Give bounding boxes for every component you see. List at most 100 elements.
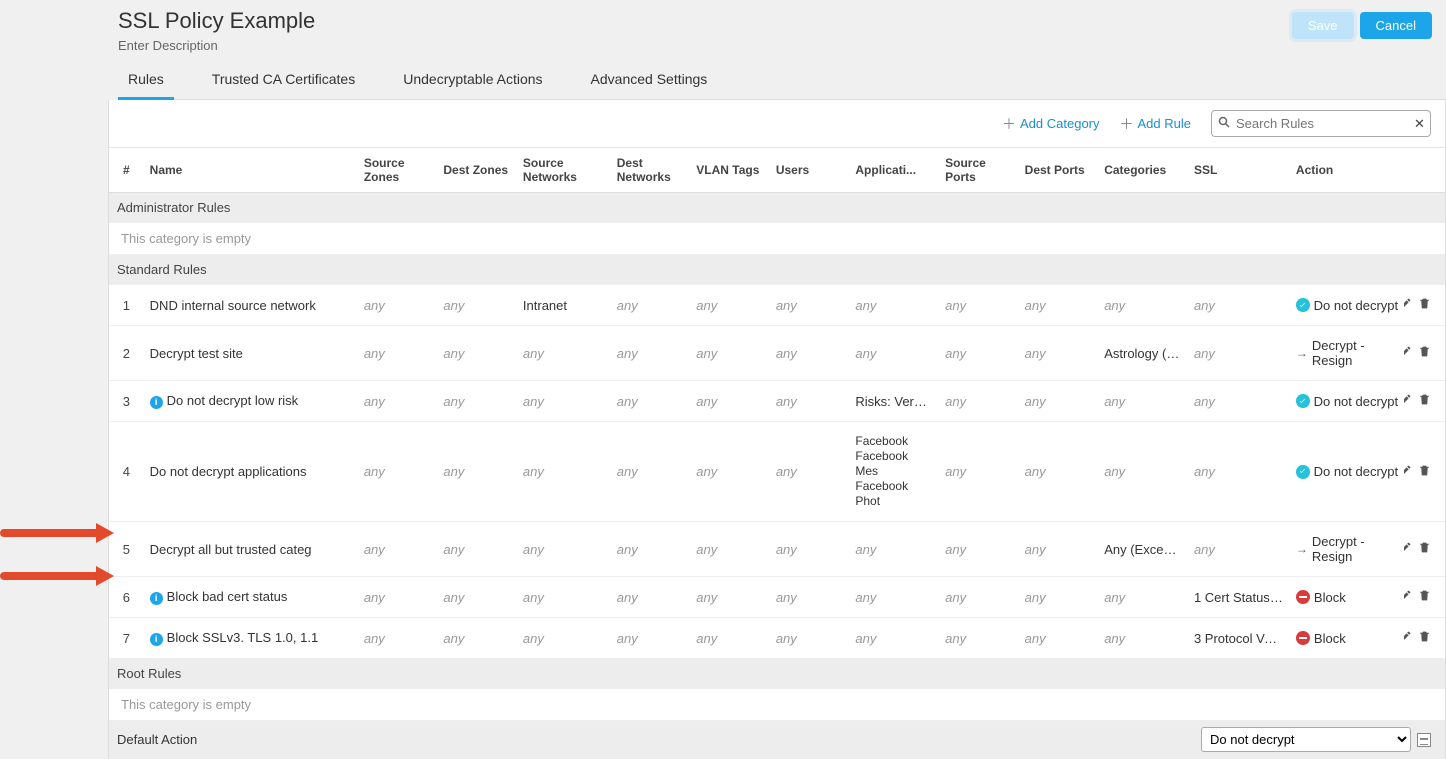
any-value: any	[1104, 394, 1125, 409]
add-category-label: Add Category	[1020, 116, 1100, 131]
col-source-ports[interactable]: Source Ports	[939, 148, 1019, 193]
edit-icon[interactable]	[1404, 630, 1412, 646]
any-value: any	[364, 464, 385, 479]
any-value: any	[523, 631, 544, 646]
rules-table: # Name Source Zones Dest Zones Source Ne…	[109, 148, 1445, 759]
rule-number: 3	[109, 381, 144, 422]
edit-icon[interactable]	[1404, 541, 1412, 557]
action-decrypt-resign: → Decrypt - Resign	[1296, 534, 1398, 564]
categories-value: Any (Except U	[1098, 522, 1188, 577]
any-value: any	[364, 631, 385, 646]
any-value: any	[443, 394, 464, 409]
rule-name: Decrypt test site	[144, 326, 358, 381]
empty-category-row: This category is empty	[109, 223, 1445, 255]
rule-number: 2	[109, 326, 144, 381]
edit-icon[interactable]	[1404, 297, 1412, 313]
any-value: any	[1025, 394, 1046, 409]
info-icon: i	[150, 633, 163, 646]
any-value: any	[776, 394, 797, 409]
empty-category-row: This category is empty	[109, 689, 1445, 721]
any-value: any	[855, 298, 876, 313]
any-value: any	[364, 542, 385, 557]
info-icon: i	[150, 396, 163, 409]
delete-icon[interactable]	[1418, 589, 1431, 605]
clear-search-icon[interactable]: ✕	[1414, 116, 1425, 132]
any-value: any	[945, 464, 966, 479]
any-value: any	[1194, 542, 1215, 557]
any-value: any	[945, 346, 966, 361]
col-dest-networks[interactable]: Dest Networks	[611, 148, 691, 193]
edit-icon[interactable]	[1404, 393, 1412, 409]
any-value: any	[617, 346, 638, 361]
action-do-not-decrypt: Do not decrypt	[1296, 298, 1398, 313]
edit-icon[interactable]	[1404, 345, 1412, 361]
tab-trusted-ca[interactable]: Trusted CA Certificates	[202, 71, 365, 99]
any-value: any	[1025, 631, 1046, 646]
any-value: any	[617, 631, 638, 646]
cancel-button[interactable]: Cancel	[1360, 12, 1432, 39]
any-value: any	[364, 346, 385, 361]
col-dest-zones[interactable]: Dest Zones	[437, 148, 517, 193]
any-value: any	[945, 298, 966, 313]
table-row[interactable]: 5Decrypt all but trusted categanyanyanya…	[109, 522, 1445, 577]
table-header-row: # Name Source Zones Dest Zones Source Ne…	[109, 148, 1445, 193]
any-value: any	[1194, 394, 1215, 409]
tab-rules[interactable]: Rules	[118, 71, 174, 100]
col-users[interactable]: Users	[770, 148, 850, 193]
add-rule-link[interactable]: ＋ Add Rule	[1120, 114, 1191, 134]
col-action[interactable]: Action	[1290, 148, 1404, 193]
table-row[interactable]: 2Decrypt test siteanyanyanyanyanyanyanya…	[109, 326, 1445, 381]
col-vlan-tags[interactable]: VLAN Tags	[690, 148, 770, 193]
tab-undecryptable[interactable]: Undecryptable Actions	[393, 71, 552, 99]
col-ssl[interactable]: SSL	[1188, 148, 1290, 193]
col-applications[interactable]: Applicati...	[849, 148, 939, 193]
delete-icon[interactable]	[1418, 345, 1431, 361]
edit-icon[interactable]	[1404, 589, 1412, 605]
any-value: any	[1194, 298, 1215, 313]
table-row[interactable]: 3iDo not decrypt low riskanyanyanyanyany…	[109, 381, 1445, 422]
table-row[interactable]: 7iBlock SSLv3. TLS 1.0, 1.1anyanyanyanya…	[109, 618, 1445, 659]
any-value: any	[945, 542, 966, 557]
any-value: any	[945, 394, 966, 409]
search-wrapper[interactable]: ✕	[1211, 110, 1431, 137]
tab-advanced[interactable]: Advanced Settings	[581, 71, 718, 99]
applications-list: FacebookFacebook MesFacebook Phot	[855, 434, 933, 509]
edit-icon[interactable]	[1404, 464, 1412, 480]
col-source-networks[interactable]: Source Networks	[517, 148, 611, 193]
delete-icon[interactable]	[1418, 630, 1431, 646]
any-value: any	[443, 590, 464, 605]
search-input[interactable]	[1234, 115, 1414, 132]
description-placeholder[interactable]: Enter Description	[118, 38, 1292, 53]
delete-icon[interactable]	[1418, 297, 1431, 313]
callout-arrow	[0, 566, 114, 586]
any-value: any	[855, 590, 876, 605]
add-category-link[interactable]: ＋ Add Category	[1002, 114, 1100, 134]
action-block: Block	[1296, 631, 1398, 646]
log-icon[interactable]	[1417, 733, 1431, 747]
save-button[interactable]: Save	[1292, 12, 1354, 39]
any-value: any	[443, 631, 464, 646]
col-categories[interactable]: Categories	[1098, 148, 1188, 193]
delete-icon[interactable]	[1418, 541, 1431, 557]
any-value: any	[617, 298, 638, 313]
table-row[interactable]: 4Do not decrypt applicationsanyanyanyany…	[109, 422, 1445, 522]
default-action-select[interactable]: Do not decrypt	[1201, 727, 1411, 752]
any-value: any	[1025, 464, 1046, 479]
rule-name: iBlock SSLv3. TLS 1.0, 1.1	[144, 618, 358, 659]
ssl-value: 3 Protocol Versi	[1188, 618, 1290, 659]
any-value: any	[776, 346, 797, 361]
col-source-zones[interactable]: Source Zones	[358, 148, 438, 193]
any-value: any	[1104, 590, 1125, 605]
col-num[interactable]: #	[109, 148, 144, 193]
table-row[interactable]: 1DND internal source networkanyanyIntran…	[109, 285, 1445, 326]
any-value: any	[696, 590, 717, 605]
block-icon	[1296, 631, 1310, 645]
delete-icon[interactable]	[1418, 464, 1431, 480]
rule-number: 1	[109, 285, 144, 326]
table-row[interactable]: 6iBlock bad cert statusanyanyanyanyanyan…	[109, 577, 1445, 618]
col-name[interactable]: Name	[144, 148, 358, 193]
category-standard-rules: Standard Rules	[109, 255, 1445, 285]
col-dest-ports[interactable]: Dest Ports	[1019, 148, 1099, 193]
delete-icon[interactable]	[1418, 393, 1431, 409]
check-icon	[1296, 465, 1310, 479]
